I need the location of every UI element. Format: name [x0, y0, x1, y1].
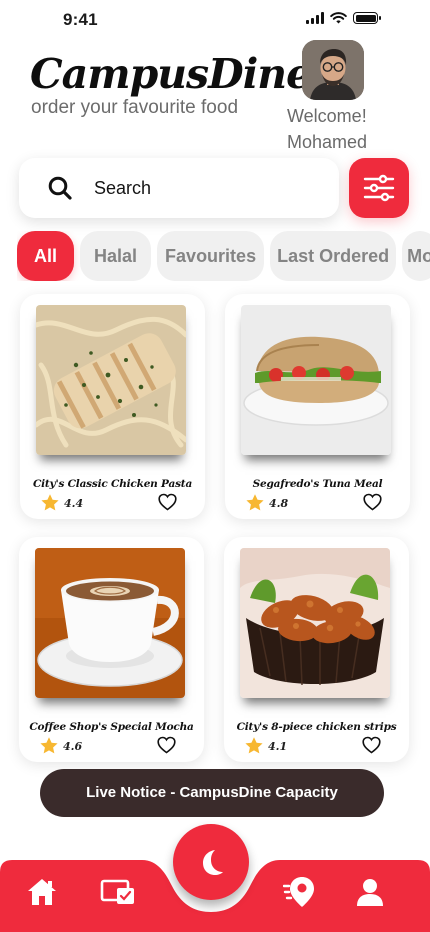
star-icon [245, 737, 263, 754]
star-icon [246, 494, 264, 511]
food-photo-chicken-pasta [36, 305, 186, 455]
star-icon [41, 494, 59, 511]
rating-value: 4.6 [63, 739, 83, 753]
wallet-icon [100, 879, 134, 904]
heart-icon[interactable] [158, 493, 177, 511]
moon-icon [203, 850, 223, 875]
status-time: 9:41 [63, 10, 98, 29]
food-name: Coffee Shop's Special Mocha [29, 721, 194, 733]
filter-button[interactable] [349, 158, 409, 218]
star-icon [40, 737, 58, 754]
wifi-icon [330, 12, 347, 24]
food-photo-mocha [35, 548, 185, 698]
welcome-text: Welcome! Mohamed [287, 103, 367, 155]
status-icons [306, 12, 381, 24]
status-bar: 9:41 [0, 0, 430, 44]
sliders-icon [363, 174, 395, 202]
heart-icon[interactable] [157, 736, 176, 754]
food-card[interactable]: City's Classic Chicken Pasta 4.4 [20, 294, 205, 519]
heart-icon[interactable] [362, 736, 381, 754]
heart-icon[interactable] [363, 493, 382, 511]
food-rating: 4.6 [39, 736, 82, 756]
chip-favourites[interactable]: Favourites [157, 231, 265, 281]
food-photo-chicken-strips [240, 548, 390, 698]
chip-last-ordered[interactable]: Last Ordered [270, 231, 397, 281]
nav-wallet[interactable] [100, 874, 136, 910]
food-rating: 4.8 [245, 493, 288, 513]
battery-icon [353, 12, 381, 24]
search-input[interactable] [94, 172, 324, 204]
live-notice-button[interactable]: Live Notice - CampusDine Capacity [40, 769, 384, 817]
food-photo-tuna-meal [241, 305, 391, 455]
food-name: City's Classic Chicken Pasta [32, 478, 193, 490]
rating-value: 4.8 [269, 496, 289, 510]
dark-mode-toggle[interactable] [173, 824, 249, 900]
location-pin-icon [283, 877, 314, 907]
rating-value: 4.4 [64, 496, 84, 510]
food-name: City's 8-piece chicken strips [236, 721, 397, 733]
food-name: Segafredo's Tuna Meal [252, 478, 383, 490]
chip-all[interactable]: All [17, 231, 75, 281]
user-icon [357, 879, 383, 906]
nav-location[interactable] [282, 874, 318, 910]
cellular-signal-icon [306, 12, 324, 24]
rating-value: 4.1 [268, 739, 288, 753]
food-rating: 4.1 [244, 736, 287, 756]
welcome-greeting: Welcome! [287, 106, 367, 126]
welcome-username: Mohamed [287, 132, 368, 152]
food-rating: 4.4 [40, 493, 83, 513]
search-icon [48, 176, 72, 200]
category-chips: All Halal Favourites Last Ordered Mo [17, 231, 430, 281]
app-brand: CampusDine [30, 50, 312, 98]
nav-home[interactable] [24, 874, 60, 910]
food-card[interactable]: Segafredo's Tuna Meal 4.8 [225, 294, 410, 519]
chip-halal[interactable]: Halal [80, 231, 152, 281]
search-bar[interactable] [19, 158, 339, 218]
tagline: order your favourite food [31, 97, 239, 118]
chip-more[interactable]: Mo [402, 231, 430, 281]
food-card[interactable]: Coffee Shop's Special Mocha 4.6 [19, 537, 204, 762]
avatar[interactable] [302, 40, 364, 100]
nav-profile[interactable] [352, 874, 388, 910]
home-icon [28, 879, 56, 905]
food-card[interactable]: City's 8-piece chicken strips 4.1 [224, 537, 409, 762]
